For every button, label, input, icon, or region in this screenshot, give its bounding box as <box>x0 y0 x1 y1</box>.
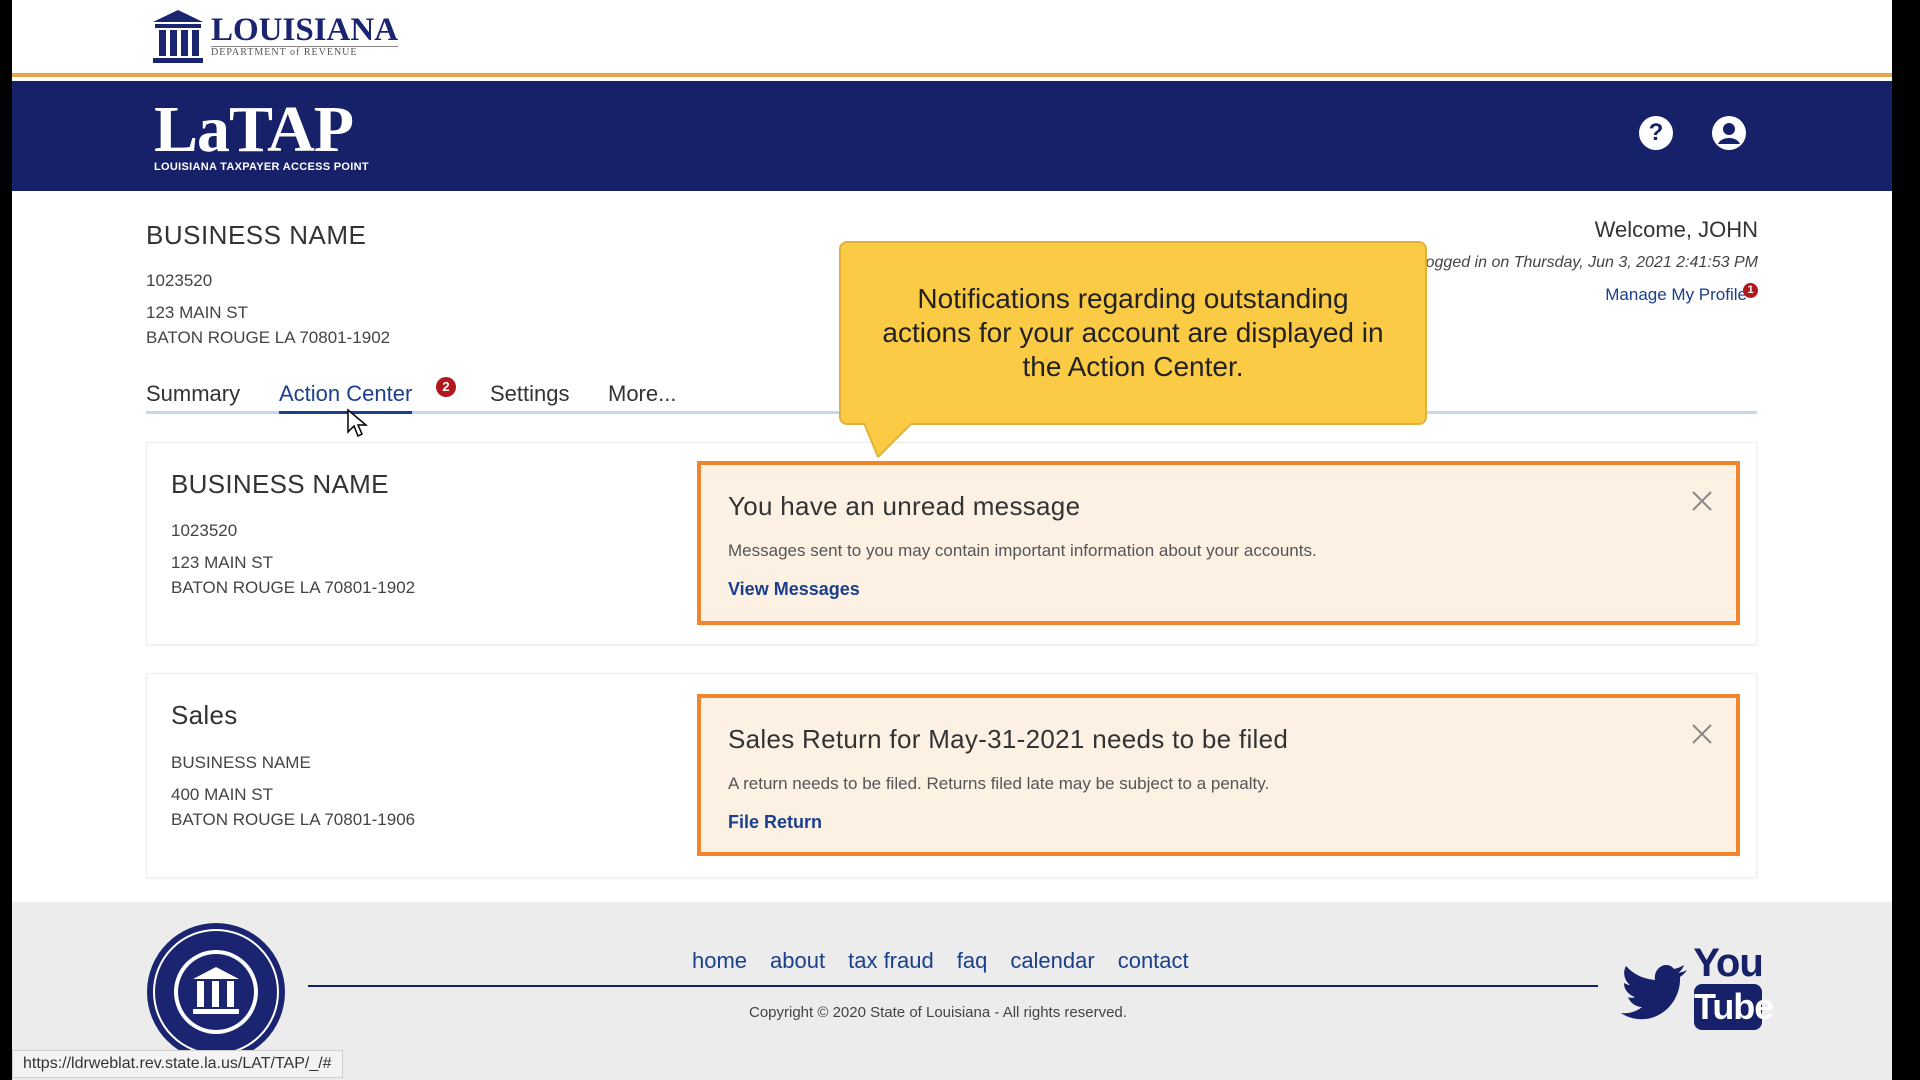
help-icon[interactable]: ? <box>1639 116 1673 150</box>
notice-title: Sales Return for May-31-2021 needs to be… <box>728 724 1289 754</box>
notice-title: You have an unread message <box>728 491 1081 521</box>
mouse-cursor-icon <box>347 408 368 438</box>
account-card-sales: Sales BUSINESS NAME 400 MAIN ST BATON RO… <box>146 673 1757 878</box>
notice-text: Messages sent to you may contain importa… <box>728 541 1317 560</box>
card-line: BATON ROUGE LA 70801-1906 <box>171 810 416 829</box>
footer-nav: home about tax fraud faq calendar contac… <box>692 948 1212 974</box>
close-icon[interactable] <box>1690 722 1714 746</box>
tab-more[interactable]: More... <box>608 381 676 411</box>
business-address-line2: BATON ROUGE LA 70801-1902 <box>146 328 391 347</box>
card-title: Sales <box>171 700 238 730</box>
callout-tail <box>864 423 912 458</box>
card-line: BUSINESS NAME <box>171 753 311 772</box>
business-id: 1023520 <box>146 271 213 290</box>
latap-logo-text: LaTAP <box>154 93 354 166</box>
card-line: 123 MAIN ST <box>171 553 274 572</box>
welcome-greeting: Welcome, JOHN <box>1594 217 1758 242</box>
copyright-text: Copyright © 2020 State of Louisiana - Al… <box>749 1004 1127 1021</box>
tab-settings[interactable]: Settings <box>490 381 570 411</box>
card-line: 400 MAIN ST <box>171 785 274 804</box>
callout-text: Notifications regarding outstanding acti… <box>882 283 1384 382</box>
department-logo[interactable]: LOUISIANA DEPARTMENT of REVENUE <box>149 8 399 64</box>
business-address-line1: 123 MAIN ST <box>146 303 249 322</box>
youtube-logo-you: You <box>1693 941 1764 985</box>
file-return-link[interactable]: File Return <box>728 812 822 833</box>
footer-link-faq[interactable]: faq <box>957 948 988 974</box>
notice-text: A return needs to be filed. Returns file… <box>728 774 1270 793</box>
view-messages-link[interactable]: View Messages <box>728 579 860 600</box>
user-account-icon[interactable] <box>1712 116 1746 150</box>
footer-link-tax-fraud[interactable]: tax fraud <box>848 948 934 974</box>
twitter-icon[interactable] <box>1619 962 1689 1022</box>
footer-link-about[interactable]: about <box>770 948 825 974</box>
profile-alert-badge: 1 <box>1743 283 1758 298</box>
user-circle-icon <box>1713 117 1745 149</box>
account-card-business: BUSINESS NAME 1023520 123 MAIN ST BATON … <box>146 442 1757 645</box>
capitol-pillars-icon <box>153 10 203 63</box>
footer-divider <box>308 985 1598 987</box>
footer-link-home[interactable]: home <box>692 948 747 974</box>
latap-logo-subtitle: LOUISIANA TAXPAYER ACCESS POINT <box>154 161 369 173</box>
business-name-heading: BUSINESS NAME <box>146 220 367 250</box>
browser-page: LOUISIANA DEPARTMENT of REVENUE LaTAP LO… <box>12 0 1892 1080</box>
department-seal-icon <box>147 923 285 1061</box>
close-icon[interactable] <box>1690 489 1714 513</box>
footer-link-calendar[interactable]: calendar <box>1010 948 1094 974</box>
action-center-callout: Notifications regarding outstanding acti… <box>839 241 1427 425</box>
last-login-info: logged in on Thursday, Jun 3, 2021 2:41:… <box>1422 254 1758 271</box>
manage-profile-link[interactable]: Manage My Profile <box>1605 285 1747 305</box>
sales-return-notice: Sales Return for May-31-2021 needs to be… <box>697 694 1740 856</box>
tab-summary[interactable]: Summary <box>146 381 240 411</box>
card-line: BATON ROUGE LA 70801-1902 <box>171 578 416 597</box>
department-logo-word: LOUISIANA <box>211 12 399 48</box>
card-line: 1023520 <box>171 521 238 540</box>
footer-link-contact[interactable]: contact <box>1118 948 1189 974</box>
browser-status-url: https://ldrweblat.rev.state.la.us/LAT/TA… <box>12 1050 343 1078</box>
youtube-logo-tube: Tube <box>1694 984 1774 1030</box>
latap-logo[interactable]: LaTAP LOUISIANA TAXPAYER ACCESS POINT <box>154 93 369 174</box>
department-logo-bar: LOUISIANA DEPARTMENT of REVENUE <box>12 0 1892 77</box>
app-header: LaTAP LOUISIANA TAXPAYER ACCESS POINT ? <box>12 81 1892 191</box>
action-center-count-badge: 2 <box>436 377 456 397</box>
youtube-icon[interactable]: You Tube <box>1689 941 1774 1034</box>
card-title: BUSINESS NAME <box>171 469 389 499</box>
unread-message-notice: You have an unread message Messages sent… <box>697 461 1740 625</box>
